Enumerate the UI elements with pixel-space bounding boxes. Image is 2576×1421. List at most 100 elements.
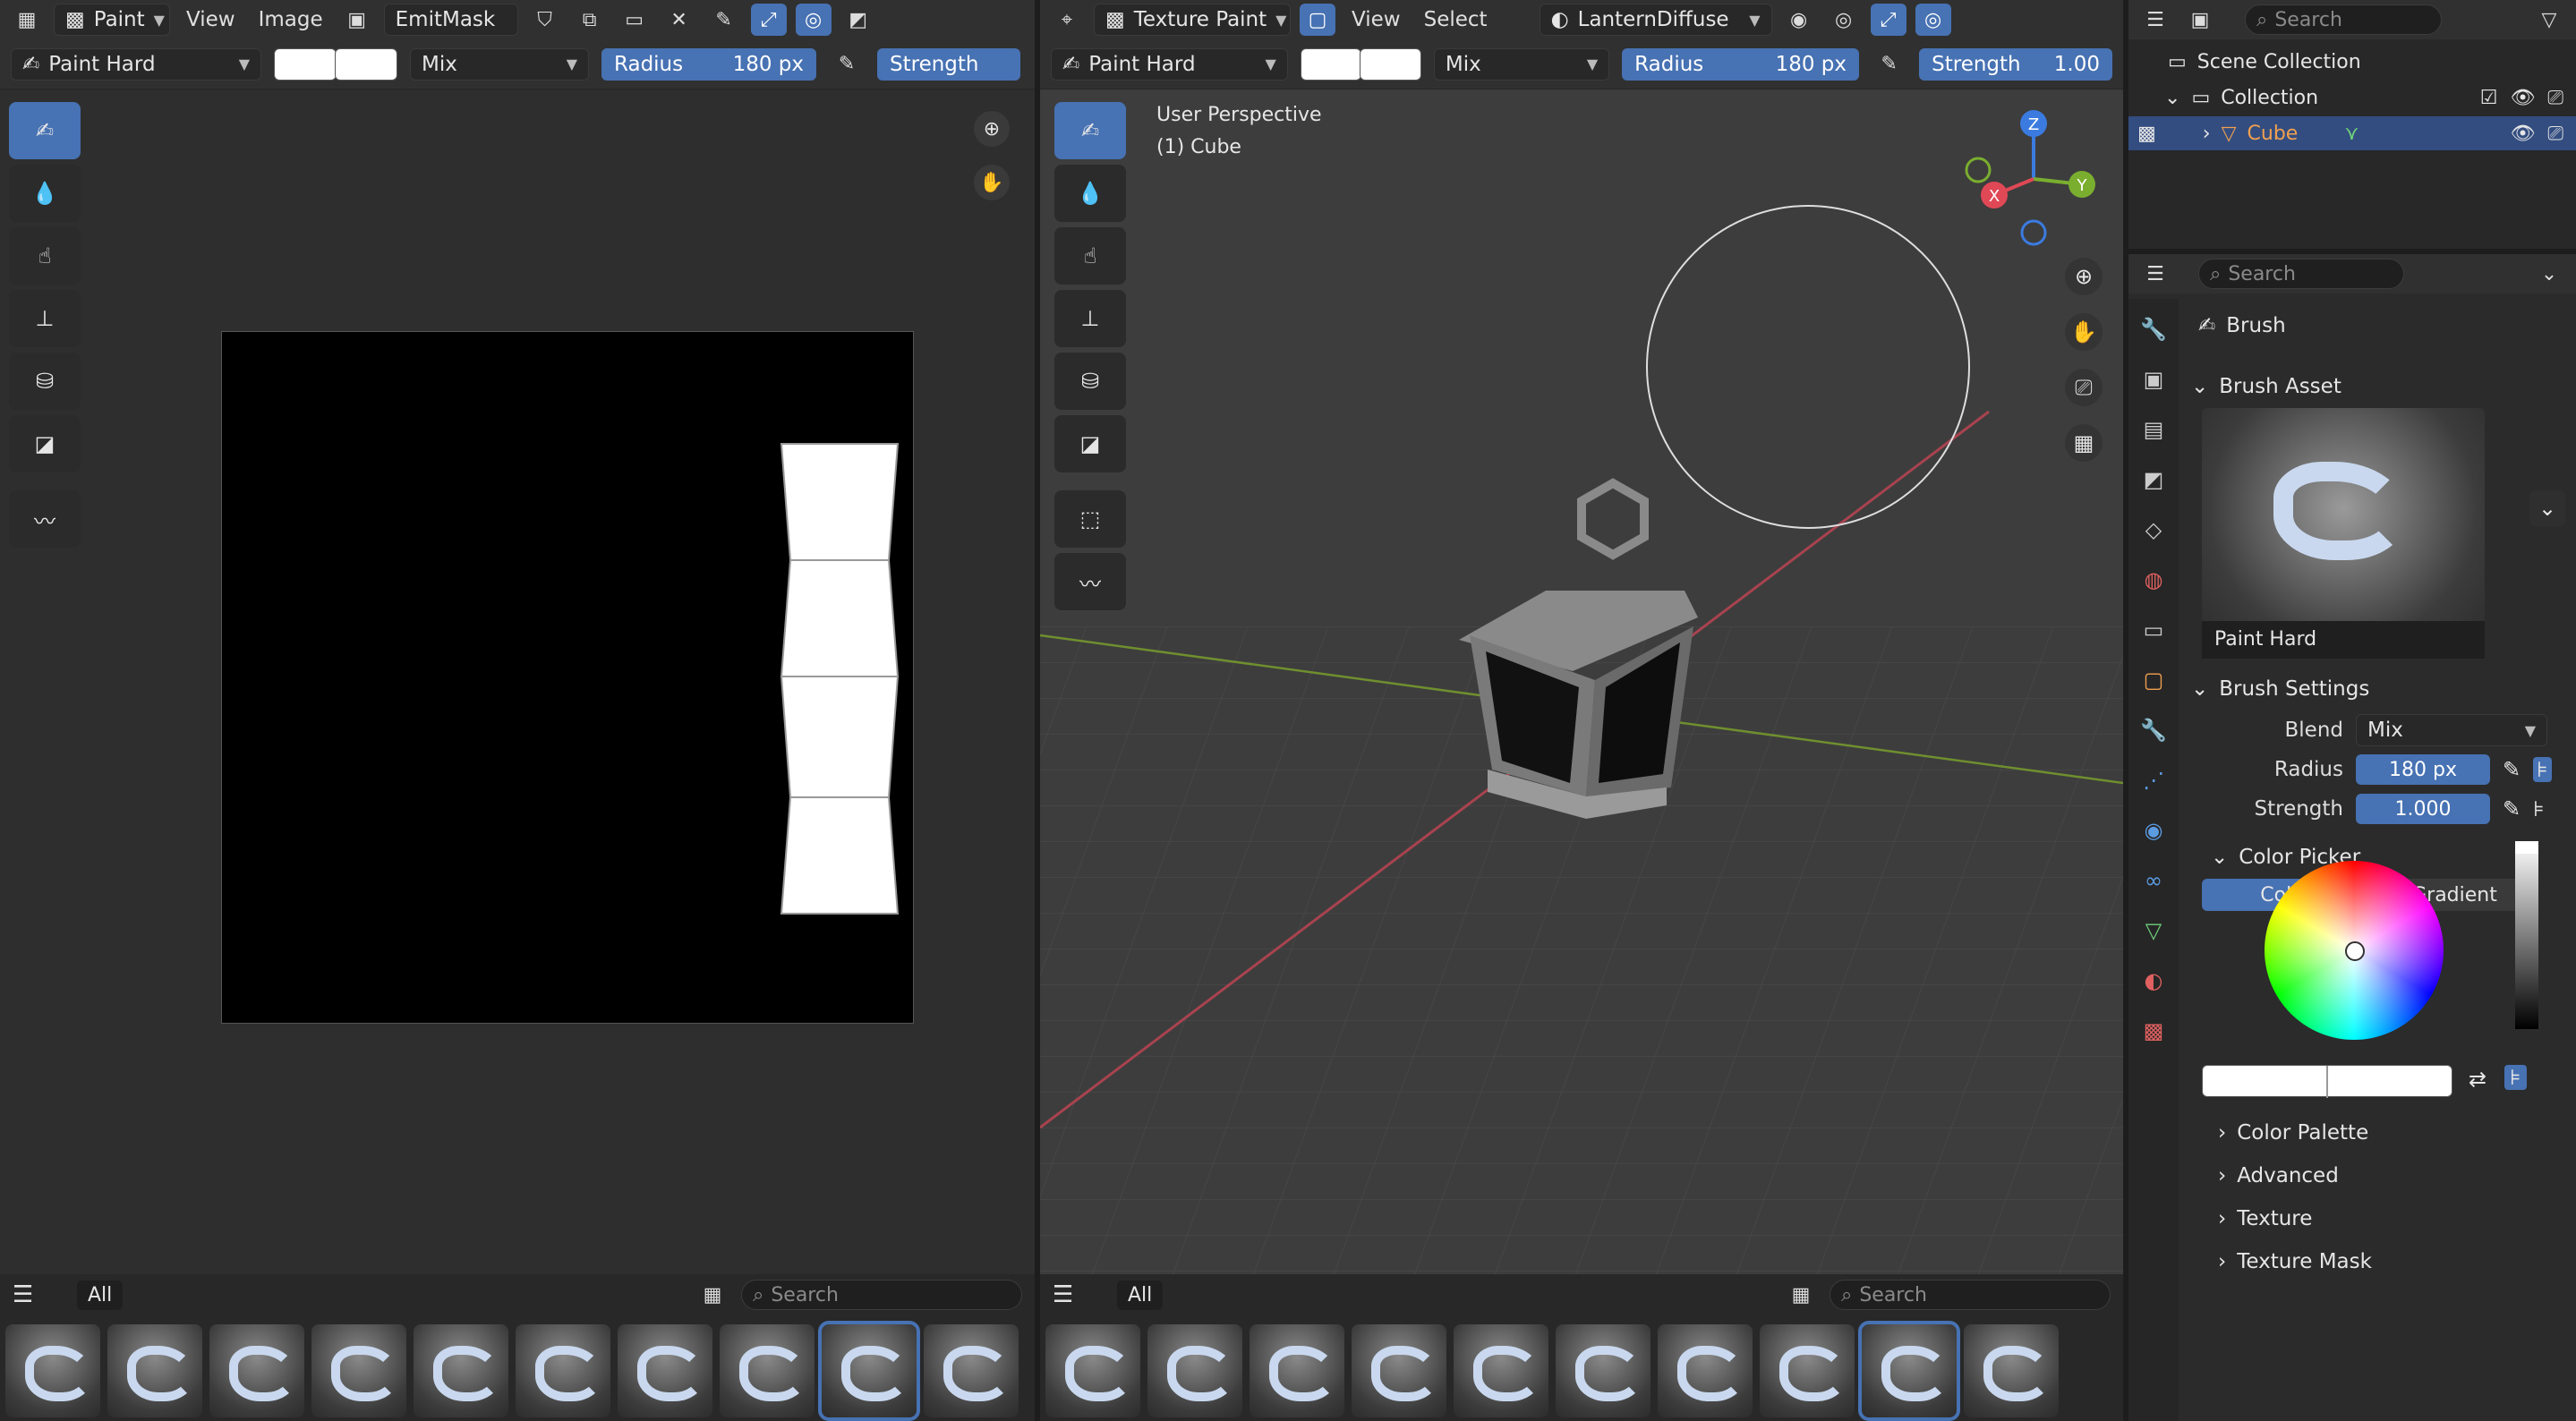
unified-icon[interactable]: ⊧ — [2533, 796, 2545, 821]
pressure-icon[interactable]: ✎ — [1872, 48, 1906, 81]
brush-thumb-selected[interactable] — [1858, 1321, 1960, 1421]
brush-thumb[interactable] — [1454, 1324, 1548, 1417]
brush-thumb[interactable] — [1147, 1324, 1242, 1417]
secondary-color-swatch[interactable] — [1360, 47, 1421, 81]
camera-icon[interactable]: ⎚ — [2547, 87, 2563, 109]
zoom-icon[interactable]: ⊕ — [2065, 258, 2103, 295]
image-canvas[interactable] — [221, 331, 914, 1024]
color-swatch-pair[interactable] — [2202, 1065, 2452, 1098]
texture-panel[interactable]: › Texture — [2218, 1197, 2372, 1240]
pan-hand-icon[interactable]: ✋ — [2065, 313, 2103, 351]
menu-view[interactable]: View — [1344, 8, 1408, 31]
fake-user-icon[interactable]: ⛉ — [527, 4, 563, 36]
strength-field[interactable]: 1.000 — [2356, 794, 2490, 824]
fill-tool-icon[interactable]: ⛁ — [9, 353, 81, 410]
outliner-row-collection[interactable]: ⌄ ▭ Collection ☑ 👁 ⎚ — [2164, 81, 2576, 115]
zoom-icon[interactable]: ⊕ — [974, 111, 1010, 147]
brush-thumb[interactable] — [1556, 1324, 1651, 1417]
gizmo-toggle-icon[interactable]: ⤢ — [750, 4, 787, 36]
navigation-gizmo[interactable]: Z Y X — [1962, 107, 2105, 251]
brush-thumb[interactable] — [5, 1324, 100, 1417]
brush-thumb[interactable] — [1964, 1324, 2059, 1417]
brush-thumb-selected[interactable] — [818, 1321, 920, 1421]
asset-menu-icon[interactable]: ⌄ — [2529, 490, 2565, 526]
brush-thumb[interactable] — [1658, 1324, 1753, 1417]
display-mode-icon[interactable]: ▣ — [2182, 4, 2218, 36]
eye-icon[interactable]: 👁 — [2510, 87, 2535, 109]
annotate-tool-icon[interactable]: 〰 — [1054, 553, 1126, 610]
display-grid-icon[interactable]: ▦ — [1783, 1279, 1819, 1311]
annotate-tool-icon[interactable]: 〰 — [9, 490, 81, 548]
brush-dropdown[interactable]: ✍ Paint Hard ▼ — [11, 47, 261, 81]
editor-type-icon[interactable]: ⌖ — [1049, 4, 1085, 36]
overlay-toggle-icon[interactable]: ◎ — [795, 4, 832, 36]
shelf-tab-all[interactable]: All — [1117, 1280, 1164, 1310]
brush-thumb[interactable] — [209, 1324, 304, 1417]
fill-tool-icon[interactable]: ⛁ — [1054, 353, 1126, 410]
brush-thumb[interactable] — [311, 1324, 406, 1417]
soften-tool-icon[interactable]: 💧 — [9, 165, 81, 222]
hamburger-icon[interactable]: ☰ — [1053, 1281, 1106, 1308]
paint-mask-icon[interactable]: ▢ — [1300, 4, 1335, 36]
brush-thumb[interactable] — [414, 1324, 508, 1417]
unified-icon[interactable]: ⊧ — [2533, 757, 2552, 782]
draw-tool-icon[interactable]: ✍ — [9, 102, 81, 159]
data-tab-icon[interactable]: ▽ — [2137, 915, 2170, 947]
properties-search-input[interactable]: ⌕ Search — [2198, 259, 2404, 289]
pin-icon[interactable]: ✎ — [706, 4, 742, 36]
clone-tool-icon[interactable]: ⊥ — [9, 290, 81, 347]
primary-color-swatch[interactable] — [274, 47, 337, 81]
gizmo-toggle-icon[interactable]: ⤢ — [1870, 4, 1906, 36]
modifier-tab-icon[interactable]: 🔧 — [2137, 714, 2170, 746]
value-slider[interactable] — [2515, 841, 2538, 1029]
primary-color-swatch[interactable] — [1300, 47, 1362, 81]
swap-colors-icon[interactable]: ⇄ — [2469, 1067, 2486, 1092]
hamburger-icon[interactable]: ☰ — [13, 1281, 66, 1308]
view-layer-tab-icon[interactable]: ◩ — [2137, 464, 2170, 496]
physics-tab-icon[interactable]: ◉ — [2137, 814, 2170, 847]
radius-field[interactable]: 180 px — [2356, 754, 2490, 785]
brush-thumb[interactable] — [107, 1324, 202, 1417]
color-palette-panel[interactable]: › Color Palette — [2218, 1111, 2372, 1154]
brush-thumb[interactable] — [1760, 1324, 1855, 1417]
mask-tool-icon[interactable]: ◪ — [1054, 415, 1126, 472]
brush-thumb[interactable] — [1250, 1324, 1344, 1417]
material-dropdown[interactable]: ◐ LanternDiffuse ▼ — [1539, 4, 1772, 36]
texture-mask-panel[interactable]: › Texture Mask — [2218, 1240, 2372, 1283]
brush-thumb[interactable] — [720, 1324, 815, 1417]
constraints-tab-icon[interactable]: ∞ — [2137, 864, 2170, 897]
smear-tool-icon[interactable]: ☝ — [1054, 227, 1126, 285]
pan-hand-icon[interactable]: ✋ — [974, 165, 1010, 200]
camera-icon[interactable]: ⎚ — [2547, 123, 2563, 145]
filter-icon[interactable]: ▽ — [2531, 4, 2567, 36]
color-wheel-cursor[interactable] — [2345, 941, 2365, 961]
brush-settings-panel-header[interactable]: ⌄ Brush Settings — [2191, 668, 2565, 710]
shelf-search-input[interactable]: ⌕ Search — [741, 1280, 1022, 1310]
pressure-icon[interactable]: ✎ — [2503, 757, 2521, 782]
mask-tool-icon[interactable]: ◪ — [9, 415, 81, 472]
menu-image[interactable]: Image — [252, 8, 330, 31]
visibility-icon[interactable]: ◎ — [1826, 4, 1862, 36]
shelf-tab-all[interactable]: All — [77, 1280, 124, 1310]
strength-field[interactable]: Strength 1.00 — [1919, 47, 2113, 81]
display-grid-icon[interactable]: ▦ — [695, 1279, 730, 1311]
editor-type-icon[interactable]: ☰ — [2137, 258, 2173, 290]
brush-thumb[interactable] — [924, 1324, 1019, 1417]
soften-tool-icon[interactable]: 💧 — [1054, 165, 1126, 222]
menu-view[interactable]: View — [179, 8, 243, 31]
chevron-down-icon[interactable]: ⌄ — [2164, 87, 2180, 109]
material-tab-icon[interactable]: ◐ — [2137, 965, 2170, 997]
eye-icon[interactable]: 👁 — [2510, 123, 2535, 145]
close-icon[interactable]: ✕ — [661, 4, 697, 36]
blend-dropdown[interactable]: Mix ▼ — [410, 47, 589, 81]
pressure-icon[interactable]: ✎ — [2503, 796, 2521, 821]
mode-dropdown[interactable]: ▩ Paint ▼ — [54, 4, 170, 36]
render-tab-icon[interactable]: ▣ — [2137, 363, 2170, 396]
menu-select[interactable]: Select — [1417, 8, 1495, 31]
collection-tab-icon[interactable]: ▭ — [2137, 614, 2170, 646]
brush-thumb[interactable] — [516, 1324, 610, 1417]
outliner-search-input[interactable]: ⌕ Search — [2245, 4, 2442, 35]
open-folder-icon[interactable]: ▭ — [617, 4, 653, 36]
radius-field[interactable]: Radius 180 px — [601, 47, 816, 81]
draw-tool-icon[interactable]: ✍ — [1054, 102, 1126, 159]
